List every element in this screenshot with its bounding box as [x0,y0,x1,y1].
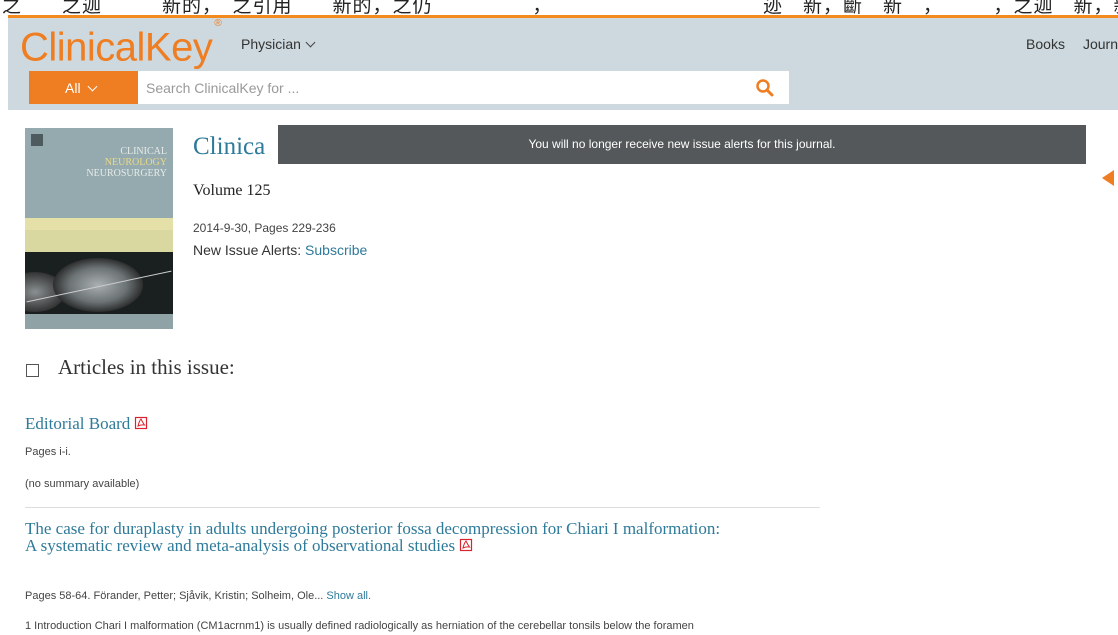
article-meta: Pages i-i. [25,446,71,458]
issue-date-pages: 2014-9-30, Pages 229-236 [193,221,336,235]
article-title[interactable]: Editorial Board [25,415,725,432]
search-input[interactable] [146,71,746,104]
logo-text: ClinicalKey [20,25,213,70]
pdf-icon[interactable] [459,538,473,552]
articles-heading: Articles in this issue: [58,355,235,379]
top-strip-text: 之 之迦 新的， 之引用 新的，之仍 ， 迹 新，斷 新 ， ，之迦 新，新，新… [2,0,1118,16]
top-strip: 之 之迦 新的， 之引用 新的，之仍 ， 迹 新，斷 新 ， ，之迦 新，新，新… [0,0,1118,16]
journal-cover-image[interactable]: Clinical Neurology Neurosurgery [25,128,173,329]
article-divider [25,507,820,508]
volume-label: Volume 125 [193,182,271,199]
role-label: Physician [241,36,301,52]
subscribe-link[interactable]: Subscribe [305,242,367,258]
role-selector[interactable]: Physician [241,36,316,52]
cover-title: Clinical Neurology Neurosurgery [86,146,167,179]
pdf-icon[interactable] [134,416,148,430]
journal-title[interactable]: Clinica [193,133,265,161]
clinicalkey-logo[interactable]: ClinicalKey® [20,18,222,73]
article-meta: Pages 58-64. Förander, Petter; Sjåvik, K… [25,590,372,602]
toast-pointer-icon [1102,170,1114,186]
show-all-authors-link[interactable]: Show all. [326,590,371,602]
nav-link-journals[interactable]: Journ [1083,36,1118,52]
notification-toast: You will no longer receive new issue ale… [278,125,1086,164]
chevron-down-icon [305,37,316,48]
article-summary: (no summary available) [25,478,140,490]
publisher-logo-icon [31,134,43,146]
select-all-checkbox[interactable] [26,364,39,377]
site-header: ClinicalKey® Physician Books Journ All [8,18,1118,110]
header-nav: Books Journ [1008,36,1118,52]
search-scope-dropdown[interactable]: All [29,71,138,104]
nav-link-books[interactable]: Books [1026,36,1065,52]
article-title[interactable]: The case for duraplasty in adults underg… [25,520,725,554]
search-bar: All [29,71,789,104]
search-icon[interactable] [755,78,775,98]
alerts-label: New Issue Alerts: [193,242,302,258]
chevron-down-icon [87,81,98,92]
registered-mark: ® [214,18,222,29]
search-scope-label: All [65,80,81,96]
article-summary: 1 Introduction Chari I malformation (CM1… [25,620,694,632]
cover-brain-scan-image [25,252,173,314]
new-issue-alerts: New Issue Alerts: Subscribe [193,242,367,258]
